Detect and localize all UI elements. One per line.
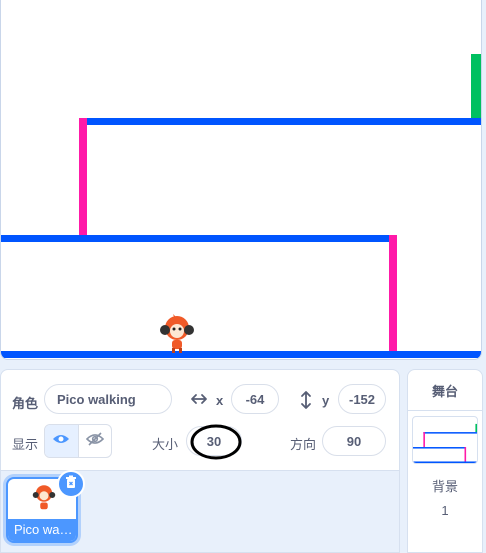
direction-label: 方向 [290,437,317,452]
size-highlight-circle [190,424,242,460]
size-label: 大小 [152,437,179,452]
show-button[interactable] [45,425,79,457]
x-label: x [216,393,224,408]
hide-button[interactable] [79,425,112,457]
vertical-arrows-icon [298,390,314,415]
stage-drawing [1,54,481,358]
goal-bar [471,54,481,118]
horizontal-arrows-icon [190,391,208,412]
visibility-toggle [44,424,112,458]
stage-canvas[interactable] [0,0,482,360]
eye-slash-icon [85,431,104,451]
x-input[interactable]: -64 [231,384,279,414]
sprite-tile-label: Pico wa… [8,519,76,541]
sprite-thumbnail [32,485,56,510]
backdrops-count: 1 [441,503,449,518]
stage-thumbnail[interactable] [412,416,478,464]
platform-bottom [1,351,481,358]
sprite-label: 角色 [12,396,39,411]
backdrops-label: 背景 [431,479,458,494]
stage-selector-pane[interactable]: 舞台 背景 1 [407,369,483,553]
stage-thumbnail-drawing [413,423,477,463]
y-input[interactable]: -152 [338,384,386,414]
sprite-name-input[interactable]: Pico walking [44,384,172,414]
x-value: -64 [245,391,265,407]
show-label: 显示 [12,437,39,452]
y-value: -152 [348,391,376,407]
y-label: y [322,393,330,408]
direction-input[interactable]: 90 [322,426,386,456]
platform-top [79,118,481,125]
delete-sprite-button[interactable] [57,470,85,498]
sprite-name-value: Pico walking [57,391,136,407]
wall-upper [79,118,87,236]
stage-title: 舞台 [408,370,482,411]
trash-icon [64,475,78,494]
wall-lower [389,235,397,353]
platform-middle [1,235,395,242]
eye-icon [52,432,70,450]
direction-value: 90 [346,433,362,449]
pico-sprite[interactable] [160,314,194,353]
